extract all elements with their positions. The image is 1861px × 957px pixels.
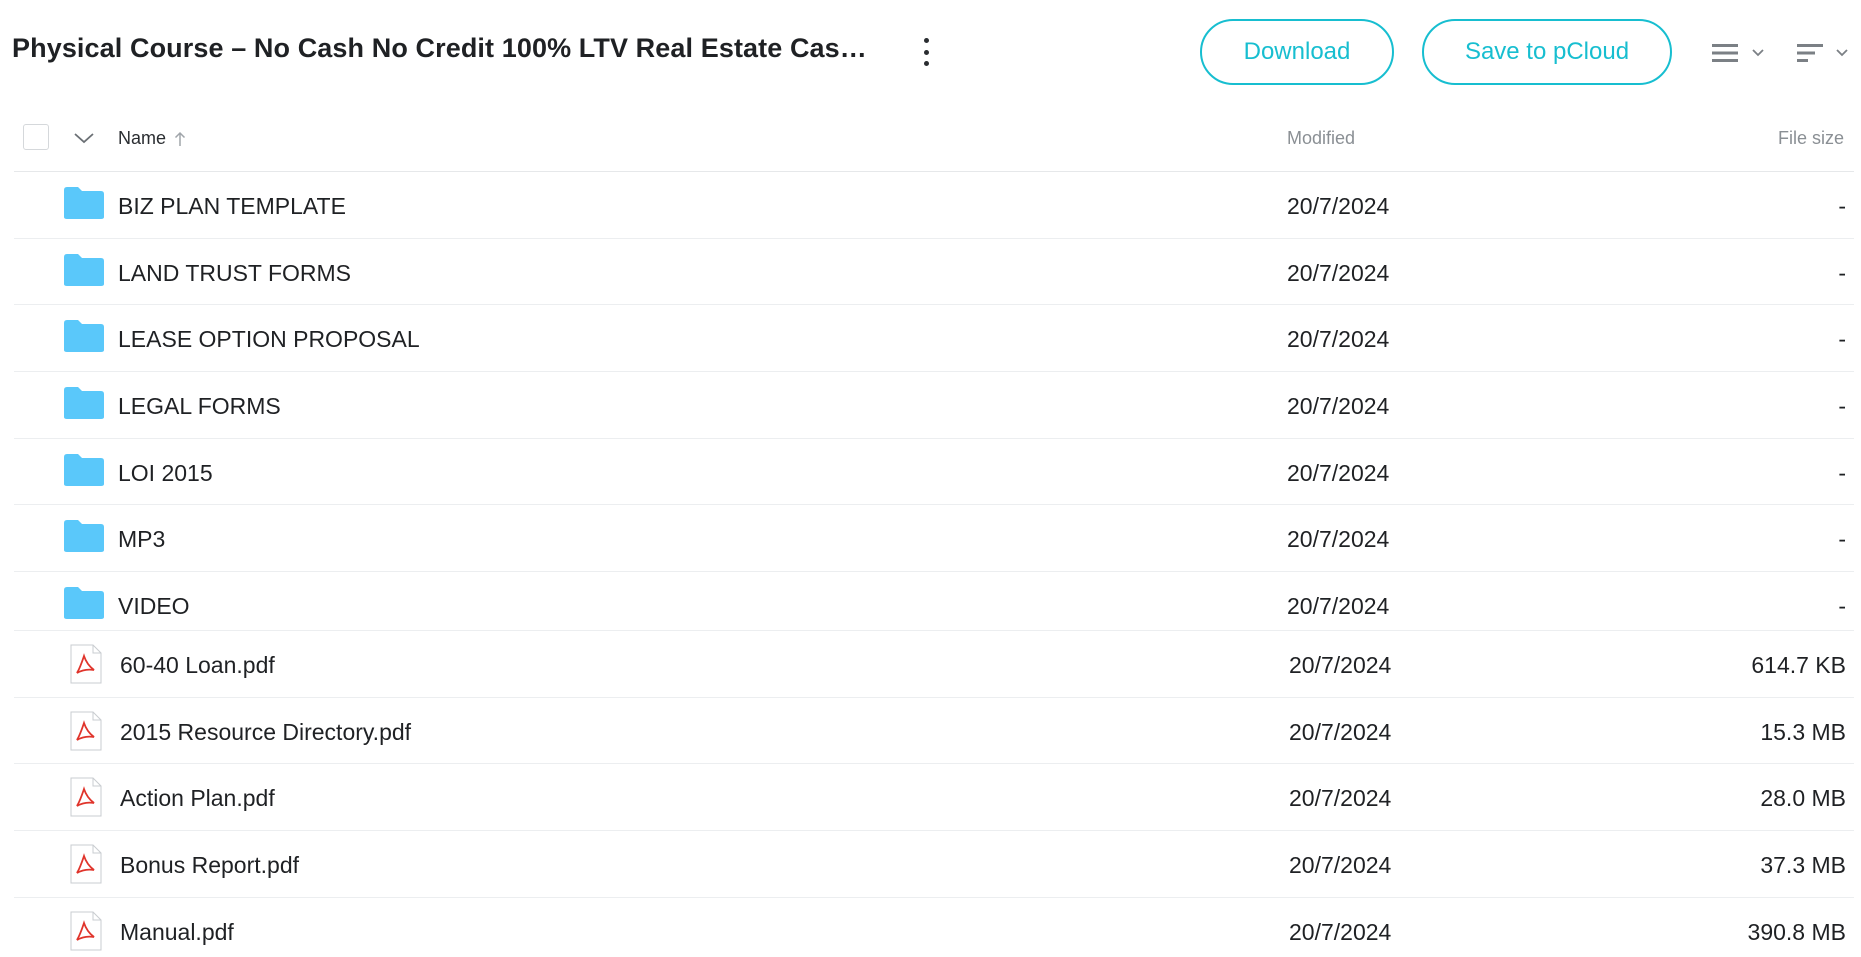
item-size: 37.3 MB (1760, 851, 1846, 878)
sort-ascending-icon (174, 131, 186, 146)
item-size: - (1838, 593, 1846, 620)
item-name: VIDEO (118, 593, 190, 620)
item-size: 614.7 KB (1751, 652, 1846, 679)
save-to-pcloud-button[interactable]: Save to pCloud (1422, 19, 1672, 85)
column-header-modified[interactable]: Modified (1287, 128, 1355, 149)
table-row[interactable]: LEGAL FORMS 20/7/2024 - (14, 372, 1854, 439)
item-name: 2015 Resource Directory.pdf (120, 718, 412, 745)
item-modified: 20/7/2024 (1287, 526, 1390, 553)
folder-icon (64, 320, 104, 353)
chevron-down-icon (1836, 49, 1848, 57)
item-modified: 20/7/2024 (1287, 193, 1390, 219)
pdf-icon (70, 844, 102, 884)
item-name: BIZ PLAN TEMPLATE (118, 193, 346, 219)
column-name-label: Name (118, 128, 167, 148)
item-name: LEGAL FORMS (118, 393, 281, 420)
table-row[interactable]: Manual.pdf 20/7/2024 390.8 MB (14, 898, 1854, 957)
item-name: LEASE OPTION PROPOSAL (118, 326, 420, 353)
item-size: 390.8 MB (1747, 918, 1846, 945)
table-row[interactable]: MP3 20/7/2024 - (14, 505, 1854, 573)
item-size: - (1838, 259, 1846, 286)
item-size: 28.0 MB (1760, 785, 1846, 812)
sort-dropdown[interactable] (1795, 36, 1855, 70)
table-row[interactable]: 60-40 Loan.pdf 20/7/2024 614.7 KB (14, 631, 1854, 698)
download-button[interactable]: Download (1200, 19, 1394, 85)
chevron-down-icon[interactable] (72, 126, 96, 150)
item-modified: 20/7/2024 (1287, 593, 1390, 620)
pdf-icon (70, 911, 102, 950)
page-title: Physical Course – No Cash No Credit 100%… (12, 33, 867, 63)
item-name: LOI 2015 (118, 459, 213, 486)
item-modified: 20/7/2024 (1287, 393, 1390, 420)
item-size: - (1838, 526, 1846, 553)
item-modified: 20/7/2024 (1287, 459, 1390, 486)
table-row[interactable]: Bonus Report.pdf 20/7/2024 37.3 MB (14, 831, 1854, 898)
item-modified: 20/7/2024 (1289, 851, 1392, 878)
pdf-icon (70, 711, 102, 751)
more-options-icon[interactable] (916, 38, 936, 66)
folder-icon (64, 187, 104, 219)
folder-icon (64, 587, 104, 620)
file-browser-page: Physical Course – No Cash No Credit 100%… (0, 0, 1861, 957)
sort-icon (1797, 44, 1848, 62)
item-size: - (1838, 393, 1846, 420)
folder-icon (64, 387, 104, 420)
item-modified: 20/7/2024 (1289, 918, 1392, 945)
table-row[interactable]: LOI 2015 20/7/2024 - (14, 439, 1854, 506)
table-row[interactable]: 2015 Resource Directory.pdf 20/7/2024 15… (14, 698, 1854, 765)
item-modified: 20/7/2024 (1287, 326, 1390, 353)
item-name: LAND TRUST FORMS (118, 259, 352, 286)
item-modified: 20/7/2024 (1289, 785, 1392, 812)
item-size: - (1838, 193, 1846, 219)
item-name: 60-40 Loan.pdf (120, 652, 275, 679)
folder-icon (64, 453, 104, 486)
item-size: - (1838, 459, 1846, 486)
table-row[interactable]: LAND TRUST FORMS 20/7/2024 - (14, 239, 1854, 306)
folder-icon (64, 253, 104, 286)
select-all-checkbox[interactable] (23, 124, 49, 150)
pdf-icon (70, 644, 102, 684)
file-list: BIZ PLAN TEMPLATE 20/7/2024 - LAND TRUST… (14, 172, 1854, 957)
item-size: 15.3 MB (1760, 718, 1846, 745)
column-header-name[interactable]: Name (118, 128, 186, 149)
pdf-icon (70, 777, 102, 817)
table-row[interactable]: LEASE OPTION PROPOSAL 20/7/2024 - (14, 305, 1854, 373)
page-header: Physical Course – No Cash No Credit 100%… (0, 0, 1861, 90)
table-row[interactable]: Action Plan.pdf 20/7/2024 28.0 MB (14, 764, 1854, 831)
chevron-down-icon (1752, 49, 1764, 57)
item-name: MP3 (118, 526, 166, 553)
item-modified: 20/7/2024 (1289, 718, 1392, 745)
folder-icon (64, 520, 104, 553)
item-name: Bonus Report.pdf (120, 851, 300, 878)
column-header-file-size[interactable]: File size (1778, 128, 1844, 149)
item-name: Action Plan.pdf (120, 785, 275, 812)
list-view-icon (1712, 44, 1764, 62)
view-mode-dropdown[interactable] (1710, 36, 1772, 70)
table-row[interactable]: VIDEO 20/7/2024 - (14, 572, 1854, 632)
item-modified: 20/7/2024 (1289, 652, 1392, 679)
item-size: - (1838, 326, 1846, 353)
table-header: Name Modified File size (14, 110, 1854, 172)
item-modified: 20/7/2024 (1287, 259, 1390, 286)
table-row[interactable]: BIZ PLAN TEMPLATE 20/7/2024 - (14, 172, 1854, 239)
item-name: Manual.pdf (120, 918, 234, 945)
